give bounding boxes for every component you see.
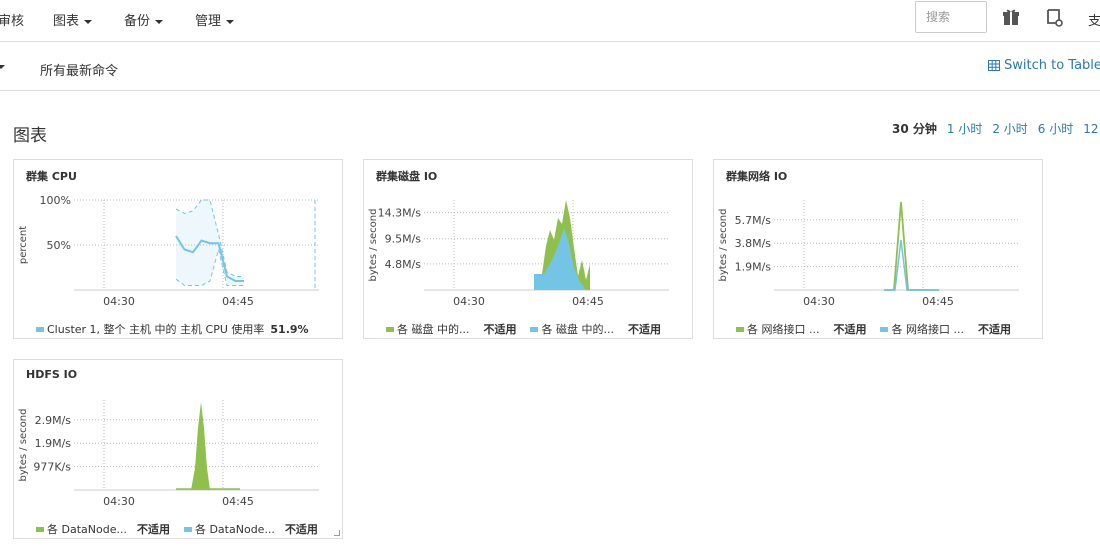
recent-commands-link[interactable]: 所有最新命令: [40, 60, 118, 79]
time-range-selector: 30 分钟 1 小时 2 小时 6 小时 12 小: [892, 120, 1100, 137]
caret-down-icon: [155, 19, 164, 24]
chart-legend: 各 网络接口 ... 不适用 各 网络接口 ... 不适用: [736, 321, 1025, 337]
nav-item-charts[interactable]: 图表: [53, 10, 93, 29]
legend-value: 51.9%: [270, 322, 309, 336]
legend-swatch: [736, 326, 744, 332]
legend-label: 各 DataNode...: [47, 523, 127, 536]
network-io-line-green: [884, 201, 939, 291]
gift-icon[interactable]: [1000, 6, 1022, 28]
chart-legend: Cluster 1, 整个 主机 中的 主机 CPU 使用率 51.9%: [36, 321, 309, 337]
nav-item-label: 审核: [0, 14, 25, 29]
network-io-chart: 5.7M/s 3.8M/s 1.9M/s 04:30 04:45 bytes / seco…: [718, 200, 1019, 308]
y-tick-label: 100%: [40, 194, 71, 207]
x-tick-label: 04:45: [922, 295, 954, 308]
y-axis-label: bytes / second: [18, 409, 29, 482]
caret-down-icon: [226, 19, 235, 24]
table-icon: [988, 60, 1000, 71]
y-tick-label: 14.3M/s: [378, 207, 422, 220]
y-tick-label: 50%: [47, 239, 71, 252]
y-tick-label: 1.9M/s: [35, 437, 72, 450]
x-tick-label: 04:30: [803, 295, 835, 308]
legend-swatch: [530, 326, 539, 332]
cpu-chart: 100% 50% 04:30 04:45 percent: [18, 194, 319, 308]
switch-to-table-link[interactable]: Switch to Table: [988, 58, 1100, 73]
time-range-option[interactable]: 6 小时: [1038, 122, 1073, 136]
x-tick-label: 04:45: [222, 495, 254, 508]
network-io-line-blue: [884, 239, 939, 291]
legend-swatch: [36, 526, 44, 532]
chart-card-hdfs-io: HDFS IO 2.9M/s 1.9M/s 977K/s 04:30 04:45 byte…: [13, 359, 343, 539]
support-menu-partial[interactable]: 支: [1088, 10, 1100, 29]
x-tick-label: 04:45: [222, 295, 254, 308]
legend-swatch: [183, 526, 192, 532]
chart-card-cluster-disk-io: 群集磁盘 IO 14.3M/s 9.5M/s 4.8M/s 04:30 04:45 byt…: [363, 159, 693, 339]
legend-value: 不适用: [284, 523, 318, 536]
x-tick-label: 04:30: [103, 295, 135, 308]
x-tick-label: 04:45: [572, 295, 604, 308]
chart-title: 群集网络 IO: [726, 170, 788, 183]
legend-swatch: [386, 326, 394, 332]
resize-handle-icon[interactable]: [334, 530, 340, 536]
legend-swatch: [880, 326, 889, 332]
nav-item-label: 图表: [53, 14, 80, 29]
legend-value: 不适用: [833, 323, 867, 336]
disk-io-chart: 14.3M/s 9.5M/s 4.8M/s 04:30 04:45 bytes / sec…: [368, 200, 669, 308]
nav-item-admin[interactable]: 管理: [195, 10, 235, 29]
caret-down-icon[interactable]: [0, 65, 5, 69]
chart-card-cluster-network-io: 群集网络 IO 5.7M/s 3.8M/s 1.9M/s 04:30 04:45 byte…: [713, 159, 1043, 339]
y-tick-label: 4.8M/s: [385, 258, 422, 271]
y-tick-label: 5.7M/s: [735, 214, 772, 227]
y-axis-label: bytes / second: [368, 209, 379, 282]
y-tick-label: 3.8M/s: [735, 237, 772, 250]
x-tick-label: 04:30: [453, 295, 485, 308]
switch-to-table-label: Switch to Table: [1004, 58, 1100, 73]
legend-label: 各 磁盘 中的...: [541, 323, 614, 336]
console-icon[interactable]: [1043, 6, 1065, 28]
command-bar: 所有最新命令 Switch to Table: [0, 43, 1100, 91]
legend-label: 各 网络接口 ...: [747, 323, 820, 336]
y-tick-label: 9.5M/s: [385, 233, 422, 246]
legend-label: 各 网络接口 ...: [891, 323, 964, 336]
time-range-option[interactable]: 30 分钟: [892, 122, 937, 136]
y-axis-label: percent: [18, 226, 29, 264]
legend-value: 不适用: [136, 523, 170, 536]
top-navbar: 审核 图表 备份 管理 支: [0, 0, 1100, 42]
y-tick-label: 1.9M/s: [735, 261, 772, 274]
legend-value: 不适用: [627, 323, 661, 336]
legend-label: 各 磁盘 中的...: [397, 323, 470, 336]
time-range-option[interactable]: 2 小时: [992, 122, 1027, 136]
y-tick-label: 2.9M/s: [35, 414, 72, 427]
legend-value: 不适用: [483, 323, 517, 336]
legend-value: 不适用: [977, 323, 1011, 336]
time-range-option[interactable]: 12 小: [1083, 122, 1100, 136]
section-title: 图表: [13, 126, 47, 146]
nav-item-backup[interactable]: 备份: [124, 10, 164, 29]
nav-item-label: 备份: [124, 14, 151, 29]
chart-card-cluster-cpu: 群集 CPU 100% 50% 04:30 04:45 percent Cluster …: [13, 159, 343, 339]
chart-title: 群集磁盘 IO: [376, 170, 438, 183]
nav-item-audit[interactable]: 审核: [0, 10, 24, 29]
chart-title: HDFS IO: [26, 368, 78, 381]
time-range-option[interactable]: 1 小时: [947, 122, 982, 136]
legend-label: 各 DataNode...: [194, 523, 275, 536]
y-axis-label: bytes / second: [718, 209, 729, 282]
hdfs-io-chart: 2.9M/s 1.9M/s 977K/s 04:30 04:45 bytes / seco…: [18, 400, 319, 508]
y-tick-label: 977K/s: [33, 461, 71, 474]
legend-label: Cluster 1, 整个 主机 中的 主机 CPU 使用率: [47, 323, 265, 336]
nav-item-label: 管理: [195, 14, 222, 29]
chart-legend: 各 DataNode... 不适用 各 DataNode... 不适用: [36, 521, 332, 537]
chart-title: 群集 CPU: [26, 170, 77, 183]
caret-down-icon: [84, 19, 93, 24]
chart-legend: 各 磁盘 中的... 不适用 各 磁盘 中的... 不适用: [386, 321, 675, 337]
x-tick-label: 04:30: [103, 495, 135, 508]
search-input[interactable]: [915, 1, 987, 33]
legend-swatch: [36, 326, 44, 332]
